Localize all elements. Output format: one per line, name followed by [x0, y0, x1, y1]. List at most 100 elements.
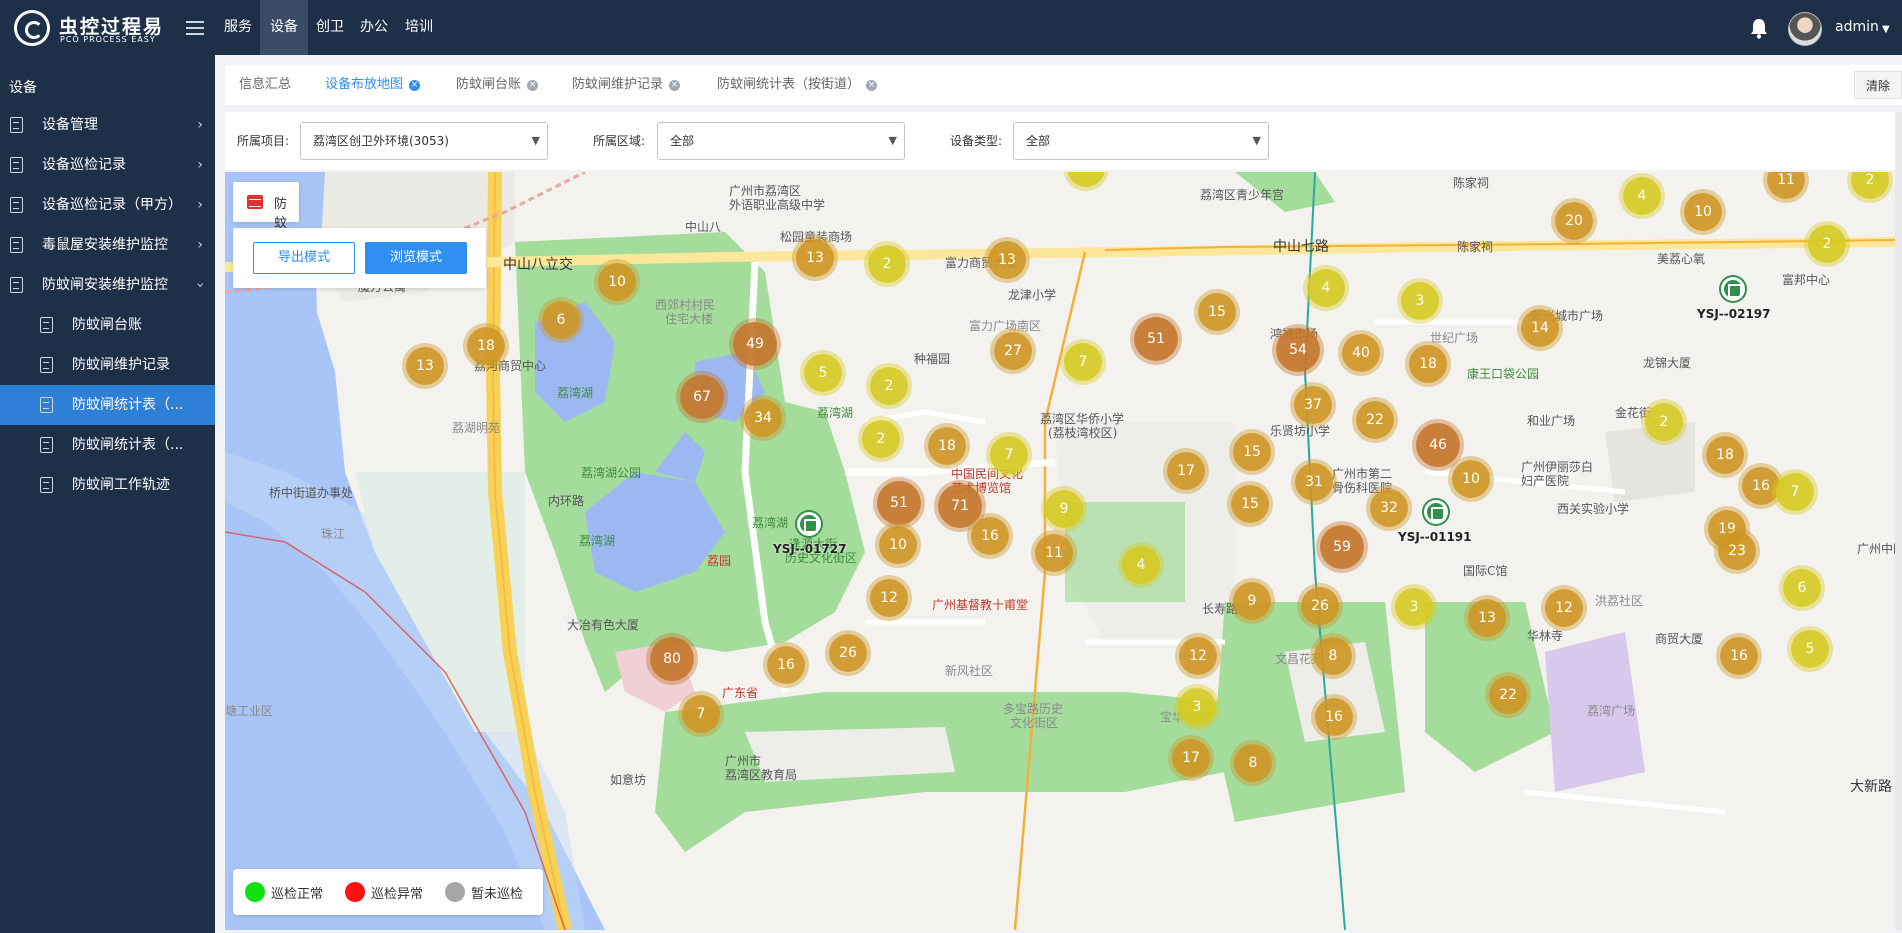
- cluster-marker[interactable]: 10: [879, 526, 917, 564]
- cluster-marker[interactable]: 8: [1234, 744, 1272, 782]
- cluster-marker[interactable]: 18: [928, 427, 966, 465]
- cluster-marker[interactable]: 71: [938, 484, 982, 528]
- nav-device[interactable]: 设备: [260, 0, 308, 55]
- region-select[interactable]: 全部 ▼: [657, 122, 905, 160]
- cluster-marker[interactable]: 16: [767, 646, 805, 684]
- avatar[interactable]: [1788, 12, 1822, 46]
- cluster-marker[interactable]: 13: [988, 241, 1026, 279]
- cluster-marker[interactable]: 49: [733, 322, 777, 366]
- export-mode-button[interactable]: 导出模式: [253, 242, 355, 274]
- cluster-marker[interactable]: 15: [1231, 485, 1269, 523]
- tab-info-summary[interactable]: 信息汇总: [239, 65, 291, 105]
- cluster-marker[interactable]: 51: [1134, 317, 1178, 361]
- cluster-marker[interactable]: 59: [1320, 525, 1364, 569]
- nav-office[interactable]: 办公: [352, 0, 396, 55]
- sidebar-item-mosquito-gate-monitor[interactable]: 防蚊闸安装维护监控 ›: [0, 265, 215, 305]
- cluster-marker[interactable]: 22: [1356, 401, 1394, 439]
- cluster-marker[interactable]: 3: [1395, 588, 1433, 626]
- tab-device-map[interactable]: 设备布放地图 ×: [325, 65, 421, 105]
- cluster-marker[interactable]: 31: [1295, 463, 1333, 501]
- cluster-marker[interactable]: 7: [1064, 343, 1102, 381]
- sidebar-item-device-management[interactable]: 设备管理 ›: [0, 105, 215, 145]
- cluster-marker[interactable]: 23: [1718, 532, 1756, 570]
- cluster-marker[interactable]: 2: [1645, 403, 1683, 441]
- cluster-marker[interactable]: 27: [994, 332, 1032, 370]
- sidebar-subitem-gate-stats-1[interactable]: 防蚊闸统计表（...: [0, 385, 215, 425]
- cluster-marker[interactable]: 46: [1416, 423, 1460, 467]
- cluster-marker[interactable]: 7: [990, 436, 1028, 474]
- cluster-marker[interactable]: 4: [1623, 177, 1661, 215]
- cluster-marker[interactable]: 11: [1035, 534, 1073, 572]
- cluster-marker[interactable]: 16: [1742, 467, 1780, 505]
- cluster-marker[interactable]: 26: [1301, 587, 1339, 625]
- cluster-marker[interactable]: 18: [1409, 345, 1447, 383]
- cluster-marker[interactable]: 15: [1198, 293, 1236, 331]
- cluster-marker[interactable]: 4: [1307, 269, 1345, 307]
- cluster-marker[interactable]: 13: [796, 239, 834, 277]
- scrollbar[interactable]: [1895, 112, 1902, 930]
- cluster-marker[interactable]: 67: [680, 375, 724, 419]
- cluster-marker[interactable]: 6: [1783, 569, 1821, 607]
- cluster-marker[interactable]: 12: [870, 579, 908, 617]
- clear-tabs-button[interactable]: 清除: [1854, 71, 1902, 99]
- sidebar-subitem-gate-track[interactable]: 防蚊闸工作轨迹: [0, 465, 215, 505]
- cluster-marker[interactable]: 34: [744, 399, 782, 437]
- cluster-marker[interactable]: 4: [1122, 546, 1160, 584]
- cluster-marker[interactable]: 2: [868, 245, 906, 283]
- cluster-marker[interactable]: 18: [467, 327, 505, 365]
- close-icon[interactable]: ×: [409, 80, 421, 91]
- browse-mode-button[interactable]: 浏览模式: [365, 242, 467, 274]
- cluster-marker[interactable]: 5: [804, 354, 842, 392]
- tab-gate-stats-street[interactable]: 防蚊闸统计表（按街道） ×: [717, 65, 878, 105]
- cluster-marker[interactable]: 17: [1167, 452, 1205, 490]
- cluster-marker[interactable]: 18: [1706, 436, 1744, 474]
- tab-gate-ledger[interactable]: 防蚊闸台账 ×: [456, 65, 539, 105]
- sidebar-subitem-gate-ledger[interactable]: 防蚊闸台账: [0, 305, 215, 345]
- cluster-marker[interactable]: 12: [1545, 589, 1583, 627]
- nav-service[interactable]: 服务: [216, 0, 260, 55]
- caret-down-icon[interactable]: ▼: [1882, 24, 1890, 35]
- cluster-marker[interactable]: 6: [542, 301, 580, 339]
- brand-logo[interactable]: 虫控过程易 PCO PROCESS EASY: [14, 8, 214, 48]
- cluster-marker[interactable]: 22: [1489, 676, 1527, 714]
- bell-icon[interactable]: [1749, 17, 1769, 39]
- sidebar-subitem-gate-maintenance[interactable]: 防蚊闸维护记录: [0, 345, 215, 385]
- cluster-marker[interactable]: 54: [1276, 328, 1320, 372]
- cluster-marker[interactable]: 9: [1045, 490, 1083, 528]
- cluster-marker[interactable]: 14: [1521, 309, 1559, 347]
- menu-icon[interactable]: [186, 17, 204, 37]
- cluster-marker[interactable]: 37: [1294, 386, 1332, 424]
- sidebar-item-inspection-records[interactable]: 设备巡检记录 ›: [0, 145, 215, 185]
- username[interactable]: admin: [1835, 0, 1879, 55]
- cluster-marker[interactable]: 7: [1776, 473, 1814, 511]
- cluster-marker[interactable]: 5: [1791, 630, 1829, 668]
- cluster-marker[interactable]: 51: [877, 481, 921, 525]
- cluster-marker[interactable]: 80: [650, 637, 694, 681]
- sidebar-item-inspection-records-client[interactable]: 设备巡检记录（甲方） ›: [0, 185, 215, 225]
- cluster-marker[interactable]: 15: [1233, 433, 1271, 471]
- cluster-marker[interactable]: 26: [829, 634, 867, 672]
- cluster-marker[interactable]: 9: [1233, 582, 1271, 620]
- close-icon[interactable]: ×: [866, 80, 878, 91]
- cluster-marker[interactable]: 12: [1179, 637, 1217, 675]
- sidebar-item-rodent-station-monitor[interactable]: 毒鼠屋安装维护监控 ›: [0, 225, 215, 265]
- close-icon[interactable]: ×: [669, 80, 681, 91]
- cluster-marker[interactable]: 8: [1314, 637, 1352, 675]
- cluster-marker[interactable]: 13: [1468, 599, 1506, 637]
- layer-toggle[interactable]: 防蚊闸: [233, 182, 299, 250]
- cluster-marker[interactable]: 20: [1555, 202, 1593, 240]
- cluster-marker[interactable]: 3: [1178, 688, 1216, 726]
- tab-gate-maintenance[interactable]: 防蚊闸维护记录 ×: [572, 65, 681, 105]
- cluster-marker[interactable]: 3: [1401, 282, 1439, 320]
- nav-sanitation[interactable]: 创卫: [308, 0, 352, 55]
- device-type-select[interactable]: 全部 ▼: [1013, 122, 1269, 160]
- close-icon[interactable]: ×: [527, 80, 539, 91]
- project-select[interactable]: 荔湾区创卫外环境(3053) ▼: [300, 122, 548, 160]
- cluster-marker[interactable]: 32: [1370, 489, 1408, 527]
- cluster-marker[interactable]: 16: [971, 517, 1009, 555]
- cluster-marker[interactable]: 16: [1315, 698, 1353, 736]
- cluster-marker[interactable]: 2: [862, 420, 900, 458]
- cluster-marker[interactable]: 7: [682, 695, 720, 733]
- cluster-marker[interactable]: 2: [870, 367, 908, 405]
- cluster-marker[interactable]: 10: [1452, 460, 1490, 498]
